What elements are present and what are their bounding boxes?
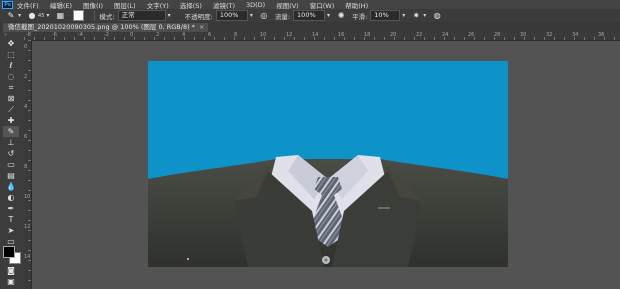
ruler-top-number: 2 xyxy=(156,32,160,38)
eyedropper-icon[interactable]: ⟋ xyxy=(3,104,19,115)
ruler-left-number: 8 xyxy=(24,164,28,170)
crop-icon[interactable]: ⌗ xyxy=(3,82,19,93)
smoothing-label: 平滑: xyxy=(352,12,368,21)
menu-3d[interactable]: 3D(D) xyxy=(246,1,265,9)
flow-label: 流量: xyxy=(274,12,291,21)
ruler-top-number: 16 xyxy=(338,32,345,38)
ruler-top-number: 14 xyxy=(312,32,319,38)
ruler-top-number: 8 xyxy=(234,32,238,38)
toolbox-collapse-icon[interactable]: » xyxy=(4,33,18,38)
ruler-top-number: 4 xyxy=(182,32,186,38)
lasso-icon[interactable]: ℓ xyxy=(3,60,19,71)
ruler-top-number: -8 xyxy=(26,32,31,38)
eraser-icon[interactable]: ▭ xyxy=(3,159,19,170)
type-icon[interactable]: T xyxy=(3,214,19,225)
ruler-left-number: 14 xyxy=(24,254,31,260)
ruler-top-number: -4 xyxy=(78,32,83,38)
toolbox: » ✥ ⬚ ℓ ◌ ⌗ ⊠ ⟋ ✚ ✎ ⊥ ↺ ▭ ▤ 💧 ◐ ✒ T ➤ ▭ … xyxy=(0,32,25,289)
path-select-icon[interactable]: ➤ xyxy=(3,225,19,236)
color-swatches[interactable] xyxy=(3,246,21,264)
brush-settings-icon[interactable]: ▦ xyxy=(55,11,65,21)
brush-size-dropdown-icon[interactable]: ▾ xyxy=(46,12,49,19)
ruler-top-number: 26 xyxy=(468,32,475,38)
flow-dropdown-icon[interactable]: ▾ xyxy=(327,12,330,19)
ruler-top-number: 10 xyxy=(260,32,267,38)
tool-preset-dropdown-icon[interactable]: ▾ xyxy=(18,12,21,19)
ruler-top-number: 6 xyxy=(208,32,212,38)
close-icon[interactable]: × xyxy=(199,23,204,31)
opacity-input[interactable]: 100% xyxy=(215,10,248,21)
mode-dropdown-icon[interactable]: ▾ xyxy=(168,12,171,19)
options-bar: ✎ ▾ ● 45 ▾ ▦ 模式: 正常 ▾ 不透明度: 100% ▾ ◎ 流量:… xyxy=(0,9,620,22)
healing-icon[interactable]: ✚ xyxy=(3,115,19,126)
brush-size-value: 45 xyxy=(38,12,45,19)
pressure-size-icon[interactable]: ◍ xyxy=(432,11,442,21)
document-canvas[interactable] xyxy=(148,61,508,267)
blur-icon[interactable]: 💧 xyxy=(3,181,19,192)
dodge-icon[interactable]: ◐ xyxy=(3,192,19,203)
document-tab-bar: 微信截图_20201020090305.png @ 100% (图层 0, RG… xyxy=(0,22,620,32)
ruler-top-number: 0 xyxy=(130,32,134,38)
gear-icon[interactable]: ✷ xyxy=(411,11,421,21)
ruler-top-number: 36 xyxy=(598,32,605,38)
mode-label: 模式: xyxy=(99,12,115,21)
opacity-dropdown-icon[interactable]: ▾ xyxy=(250,12,253,19)
frame-icon[interactable]: ⊠ xyxy=(3,93,19,104)
pressure-opacity-icon[interactable]: ◎ xyxy=(259,11,269,21)
move-icon[interactable]: ✥ xyxy=(3,38,19,49)
stamp-icon[interactable]: ⊥ xyxy=(3,137,19,148)
ruler-left-number: 10 xyxy=(24,194,31,200)
brush-icon[interactable]: ✎ xyxy=(3,126,19,137)
ruler-top-number: 24 xyxy=(442,32,449,38)
gear-dropdown-icon[interactable]: ▾ xyxy=(423,12,426,19)
ruler-left-number: 12 xyxy=(24,224,31,230)
ruler-top-number: 28 xyxy=(494,32,501,38)
photoshop-logo[interactable]: Ps xyxy=(2,0,13,9)
ruler-left-number: 6 xyxy=(24,134,28,140)
separator xyxy=(94,10,96,21)
ruler-top-number: -6 xyxy=(52,32,57,38)
ruler-top-number: 34 xyxy=(572,32,579,38)
ruler-top-number: 32 xyxy=(546,32,553,38)
document-tab[interactable]: 微信截图_20201020090305.png @ 100% (图层 0, RG… xyxy=(3,23,209,32)
flow-input[interactable]: 100% xyxy=(293,10,326,21)
ruler-top-number: 18 xyxy=(364,32,371,38)
history-brush-icon[interactable]: ↺ xyxy=(3,148,19,159)
ruler-left-ticks xyxy=(28,40,31,289)
ruler-top-number: -2 xyxy=(104,32,109,38)
brush-preset-icon[interactable]: ● xyxy=(27,11,37,21)
menu-bar: Ps 文件(F) 编辑(E) 图像(I) 图层(L) 文字(Y) 选择(S) 滤… xyxy=(0,0,620,10)
ruler-top: -8 -6 -4 -2 0 2 4 6 8 10 12 14 16 18 20 22 24 26 28 30 32 34 3… xyxy=(24,32,620,41)
pen-icon[interactable]: ✒ xyxy=(3,203,19,214)
quick-mask-icon[interactable]: ◙ xyxy=(3,265,19,276)
ruler-top-number: 12 xyxy=(286,32,293,38)
ruler-left-number: 0 xyxy=(24,44,28,50)
screen-mode-icon[interactable]: ▣ xyxy=(3,276,19,287)
airbrush-icon[interactable]: ✺ xyxy=(336,11,346,21)
foreground-color-swatch[interactable] xyxy=(3,246,15,258)
ruler-top-number: 30 xyxy=(520,32,527,38)
gradient-icon[interactable]: ▤ xyxy=(3,170,19,181)
quick-select-icon[interactable]: ◌ xyxy=(3,71,19,82)
ruler-left-number: 4 xyxy=(24,104,28,110)
ruler-top-number: 20 xyxy=(390,32,397,38)
ruler-top-ticks xyxy=(24,37,620,40)
brush-color-swatch[interactable] xyxy=(73,10,85,21)
ruler-top-number: 22 xyxy=(416,32,423,38)
opacity-label: 不透明度: xyxy=(184,12,213,21)
mode-select[interactable]: 正常 xyxy=(117,10,166,21)
marquee-icon[interactable]: ⬚ xyxy=(3,49,19,60)
smoothing-input[interactable]: 10% xyxy=(370,10,401,21)
ruler-left: 0 2 4 6 8 10 12 14 xyxy=(24,40,32,289)
ruler-left-number: 2 xyxy=(24,74,28,80)
document-tab-title: 微信截图_20201020090305.png @ 100% (图层 0, RG… xyxy=(8,23,195,31)
brush-tool-icon[interactable]: ✎ xyxy=(6,11,16,21)
smoothing-dropdown-icon[interactable]: ▾ xyxy=(402,12,405,19)
suit-template-image xyxy=(148,155,508,267)
